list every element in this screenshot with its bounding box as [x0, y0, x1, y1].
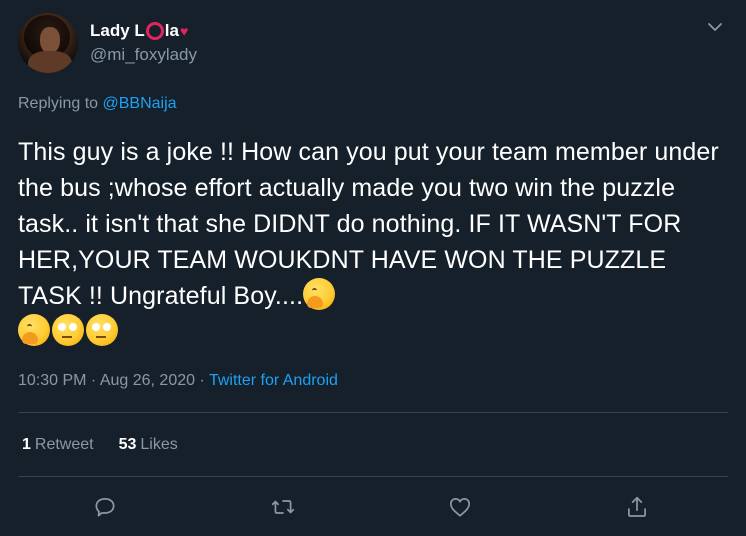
tweet-body: This guy is a joke !! How can you put yo…: [18, 138, 719, 310]
replying-to: Replying to @BBNaija: [18, 95, 177, 113]
avatar-face: [40, 27, 60, 53]
eye-roll-emoji: [52, 314, 84, 346]
tweet-meta: 10:30 PM · Aug 26, 2020 · Twitter for An…: [18, 372, 338, 390]
reply-button[interactable]: [90, 492, 120, 522]
share-button[interactable]: [622, 492, 652, 522]
divider: [18, 476, 728, 477]
avatar[interactable]: [18, 13, 78, 73]
hand-over-mouth-emoji: [18, 314, 50, 346]
divider: [18, 412, 728, 413]
hand-over-mouth-emoji: [303, 278, 336, 310]
heart-emoji-icon: ♥: [179, 23, 189, 39]
tweet-card: Lady L la ♥ @mi_foxylady Replying to @BB…: [0, 0, 746, 536]
eye-roll-emoji: [86, 314, 118, 346]
speech-bubble-icon: [95, 498, 115, 517]
tweet-timestamp[interactable]: 10:30 PM · Aug 26, 2020 ·: [18, 372, 209, 389]
avatar-body: [28, 51, 72, 73]
retweet-icon: [271, 500, 295, 514]
tweet-text: This guy is a joke !! How can you put yo…: [18, 134, 730, 350]
tweet-stats: 1 Retweet 53 Likes: [22, 436, 178, 454]
reply-mention-link[interactable]: @BBNaija: [103, 95, 177, 112]
display-name[interactable]: Lady L la ♥: [90, 20, 188, 42]
red-circle-icon: [145, 22, 164, 40]
share-icon: [628, 496, 646, 517]
display-name-prefix: Lady L: [90, 21, 145, 40]
action-bar: [0, 492, 746, 524]
user-handle[interactable]: @mi_foxylady: [90, 45, 197, 65]
chevron-down-icon[interactable]: [706, 18, 724, 36]
retweet-count[interactable]: 1 Retweet: [22, 436, 94, 454]
like-button[interactable]: [445, 492, 475, 522]
like-count[interactable]: 53 Likes: [119, 436, 178, 454]
heart-icon: [449, 498, 471, 517]
tweet-source-link[interactable]: Twitter for Android: [209, 372, 338, 389]
retweet-button[interactable]: [268, 492, 298, 522]
replying-to-label: Replying to: [18, 95, 99, 112]
display-name-suffix: la: [164, 21, 179, 40]
